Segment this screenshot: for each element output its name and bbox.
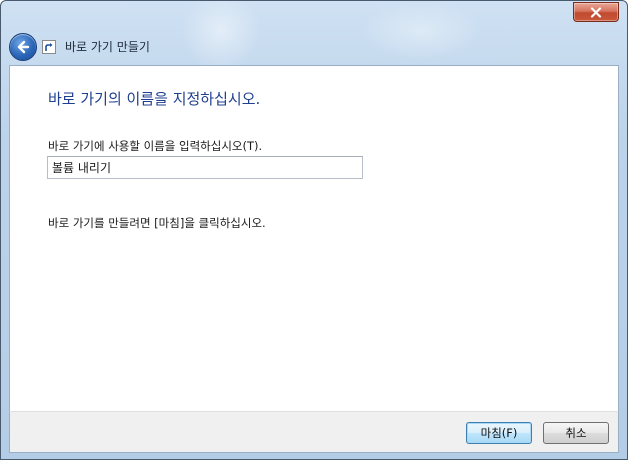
close-button[interactable] <box>573 2 619 22</box>
navigation-bar: 바로 가기 만들기 <box>1 29 627 65</box>
page-heading: 바로 가기의 이름을 지정하십시오. <box>48 90 261 108</box>
finish-hint-text: 바로 가기를 만들려면 [마침]을 클릭하십시오. <box>48 216 266 230</box>
wizard-content: 바로 가기의 이름을 지정하십시오. 바로 가기에 사용할 이름을 입력하십시오… <box>9 65 619 412</box>
shortcut-arrow-icon <box>42 40 56 54</box>
create-shortcut-window: 바로 가기 만들기 바로 가기의 이름을 지정하십시오. 바로 가기에 사용할 … <box>0 0 628 460</box>
shortcut-name-input[interactable] <box>47 156 363 179</box>
button-bar: 마침(F) 취소 <box>9 411 619 453</box>
back-arrow-icon <box>17 40 30 54</box>
cancel-button[interactable]: 취소 <box>543 422 609 444</box>
name-field-label: 바로 가기에 사용할 이름을 입력하십시오(T). <box>48 139 263 153</box>
finish-button[interactable]: 마침(F) <box>466 422 532 444</box>
back-button[interactable] <box>9 33 37 61</box>
close-icon <box>590 6 602 18</box>
window-title: 바로 가기 만들기 <box>65 40 150 54</box>
